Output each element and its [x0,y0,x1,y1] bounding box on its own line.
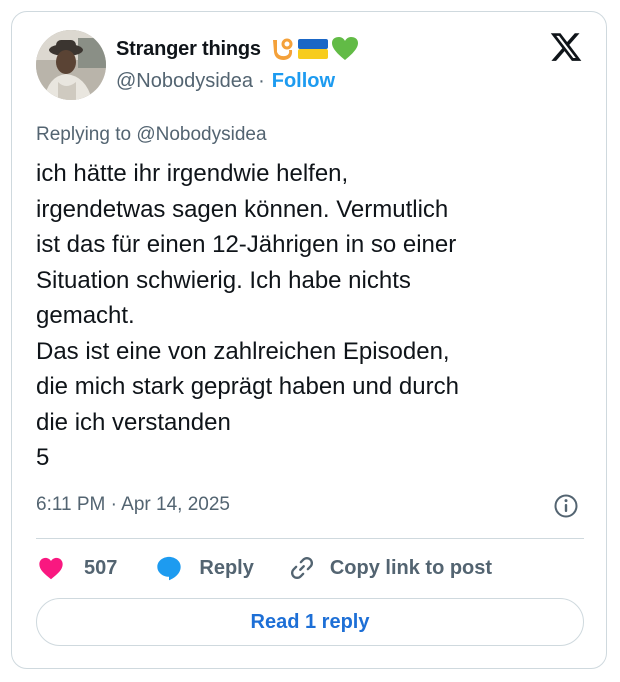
avatar[interactable] [36,30,106,100]
replying-to[interactable]: Replying to @Nobodysidea [36,124,267,146]
reply-label: Reply [199,556,254,579]
handle-separator: · [258,70,265,92]
info-icon[interactable] [553,493,579,519]
link-icon [290,557,313,579]
timestamp[interactable]: 6:11 PM · Apr 14, 2025 [36,494,230,516]
copy-link-label: Copy link to post [329,556,493,579]
green-heart-icon [331,37,358,60]
like-count: 507 [84,556,118,579]
read-replies-button[interactable]: Read 1 reply [36,598,584,646]
reply-bubble-icon [157,556,182,581]
heart-icon [39,557,63,580]
x-logo-icon[interactable] [549,30,583,64]
follow-button[interactable]: Follow [272,70,335,93]
handle[interactable]: @Nobodysidea [116,70,253,93]
reply-button[interactable]: Reply [155,554,254,582]
ukraine-flag-icon [297,39,328,59]
tweet-text: ich hätte ihr irgendwie helfen, irgendet… [36,160,459,471]
copy-link-button[interactable]: Copy link to post [288,554,492,582]
divider [36,538,584,539]
display-name[interactable]: Stranger things [116,38,261,61]
anchor-emoji-icon [272,38,293,60]
like-button[interactable]: 507 [36,554,117,582]
